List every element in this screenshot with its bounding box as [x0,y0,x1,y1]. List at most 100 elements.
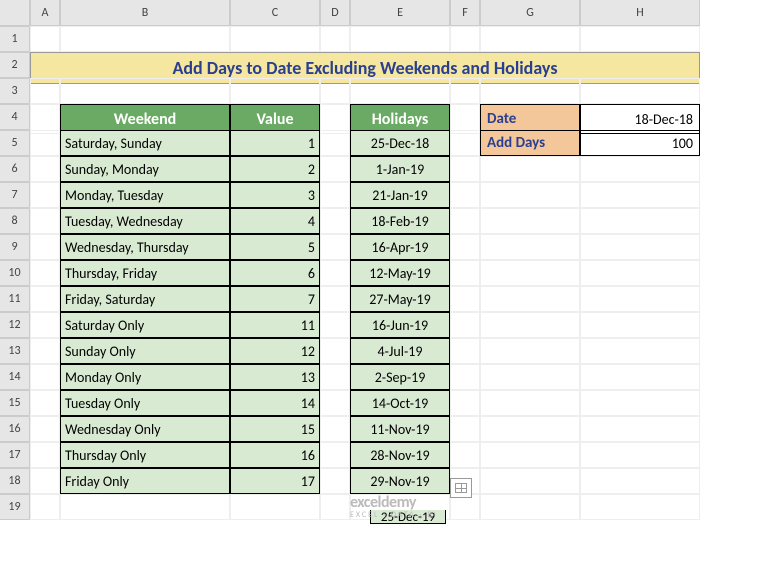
empty-cell[interactable] [30,208,60,234]
empty-cell[interactable] [450,442,480,468]
empty-cell[interactable] [320,338,350,364]
empty-cell[interactable] [580,260,700,286]
empty-cell[interactable] [580,442,700,468]
column-header[interactable]: E [350,0,450,26]
empty-cell[interactable] [30,416,60,442]
empty-cell[interactable] [30,494,60,520]
weekend-value[interactable]: 12 [230,338,320,364]
empty-cell[interactable] [580,416,700,442]
empty-cell[interactable] [320,208,350,234]
column-header[interactable]: F [450,0,480,26]
row-header[interactable]: 17 [0,442,30,468]
row-header[interactable]: 4 [0,104,30,130]
paste-options-icon[interactable] [450,478,472,498]
select-all-corner[interactable] [0,0,30,26]
weekend-name[interactable]: Saturday Only [60,312,230,338]
empty-cell[interactable] [60,494,230,520]
empty-cell[interactable] [450,234,480,260]
empty-cell[interactable] [450,364,480,390]
empty-cell[interactable] [30,312,60,338]
empty-cell[interactable] [450,182,480,208]
empty-cell[interactable] [30,286,60,312]
empty-cell[interactable] [480,312,580,338]
empty-cell[interactable] [580,26,700,52]
empty-cell[interactable] [480,416,580,442]
empty-cell[interactable] [450,130,480,156]
row-header[interactable]: 3 [0,78,30,104]
weekend-name[interactable]: Wednesday Only [60,416,230,442]
empty-cell[interactable] [450,208,480,234]
empty-cell[interactable] [480,390,580,416]
empty-cell[interactable] [350,78,450,104]
weekend-value[interactable]: 2 [230,156,320,182]
empty-cell[interactable] [30,338,60,364]
weekend-value[interactable]: 6 [230,260,320,286]
empty-cell[interactable] [30,26,60,52]
empty-cell[interactable] [230,26,320,52]
weekend-name[interactable]: Sunday Only [60,338,230,364]
empty-cell[interactable] [450,286,480,312]
weekend-value[interactable]: 1 [230,130,320,156]
holiday-cell[interactable]: 25-Dec-18 [350,130,450,156]
empty-cell[interactable] [320,130,350,156]
row-header[interactable]: 1 [0,26,30,52]
empty-cell[interactable] [480,208,580,234]
empty-cell[interactable] [320,260,350,286]
weekend-name[interactable]: Friday Only [60,468,230,494]
empty-cell[interactable] [30,156,60,182]
empty-cell[interactable] [450,156,480,182]
empty-cell[interactable] [580,78,700,104]
weekend-value[interactable]: 14 [230,390,320,416]
weekend-value[interactable]: 7 [230,286,320,312]
empty-cell[interactable] [320,78,350,104]
empty-cell[interactable] [480,182,580,208]
empty-cell[interactable] [320,442,350,468]
empty-cell[interactable] [30,78,60,104]
weekend-value[interactable]: 17 [230,468,320,494]
empty-cell[interactable] [30,130,60,156]
empty-cell[interactable] [230,494,320,520]
empty-cell[interactable] [320,156,350,182]
holiday-cell[interactable]: 2-Sep-19 [350,364,450,390]
row-header[interactable]: 2 [0,52,30,78]
empty-cell[interactable] [580,364,700,390]
column-header[interactable]: H [580,0,700,26]
empty-cell[interactable] [30,468,60,494]
weekend-value[interactable]: 11 [230,312,320,338]
row-header[interactable]: 7 [0,182,30,208]
weekend-name[interactable]: Saturday, Sunday [60,130,230,156]
empty-cell[interactable] [450,416,480,442]
empty-cell[interactable] [60,78,230,104]
empty-cell[interactable] [480,338,580,364]
weekend-value[interactable]: 5 [230,234,320,260]
row-header[interactable]: 12 [0,312,30,338]
empty-cell[interactable] [480,468,580,494]
empty-cell[interactable] [580,156,700,182]
weekend-name[interactable]: Tuesday Only [60,390,230,416]
holiday-cell[interactable]: 28-Nov-19 [350,442,450,468]
row-header[interactable]: 19 [0,494,30,520]
empty-cell[interactable] [320,468,350,494]
holiday-cell[interactable]: 12-May-19 [350,260,450,286]
empty-cell[interactable] [320,416,350,442]
weekend-name[interactable]: Monday, Tuesday [60,182,230,208]
empty-cell[interactable] [580,234,700,260]
row-header[interactable]: 9 [0,234,30,260]
empty-cell[interactable] [320,182,350,208]
empty-cell[interactable] [480,494,580,520]
empty-cell[interactable] [350,26,450,52]
empty-cell[interactable] [320,390,350,416]
row-header[interactable]: 18 [0,468,30,494]
column-header[interactable]: B [60,0,230,26]
weekend-name[interactable]: Thursday, Friday [60,260,230,286]
empty-cell[interactable] [450,260,480,286]
column-header[interactable]: G [480,0,580,26]
weekend-name[interactable]: Wednesday, Thursday [60,234,230,260]
empty-cell[interactable] [480,286,580,312]
empty-cell[interactable] [450,78,480,104]
empty-cell[interactable] [320,286,350,312]
weekend-value[interactable]: 15 [230,416,320,442]
row-header[interactable]: 14 [0,364,30,390]
weekend-name[interactable]: Friday, Saturday [60,286,230,312]
weekend-value[interactable]: 16 [230,442,320,468]
